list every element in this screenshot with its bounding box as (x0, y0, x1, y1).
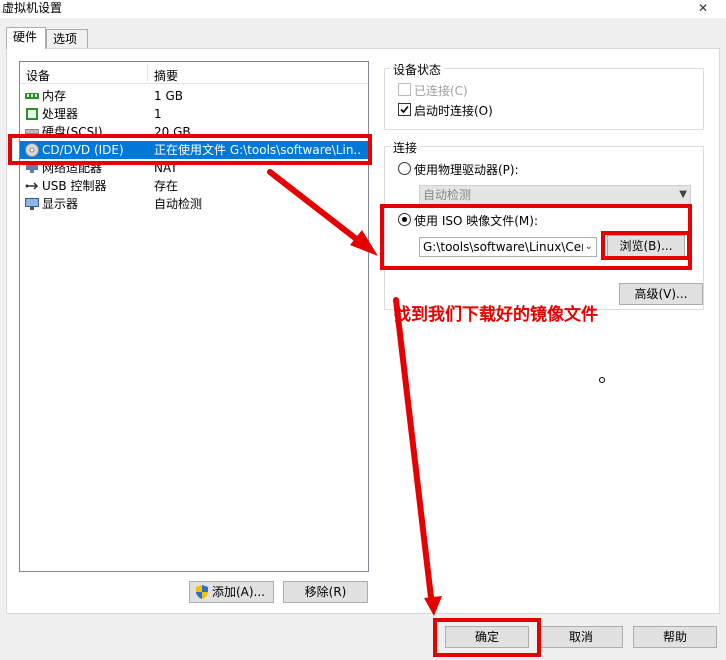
arrow-to-iso (267, 169, 371, 251)
tab-hardware[interactable]: 硬件 (6, 27, 46, 49)
arrow-to-ok (393, 297, 435, 609)
annotation-arrows (267, 169, 442, 616)
